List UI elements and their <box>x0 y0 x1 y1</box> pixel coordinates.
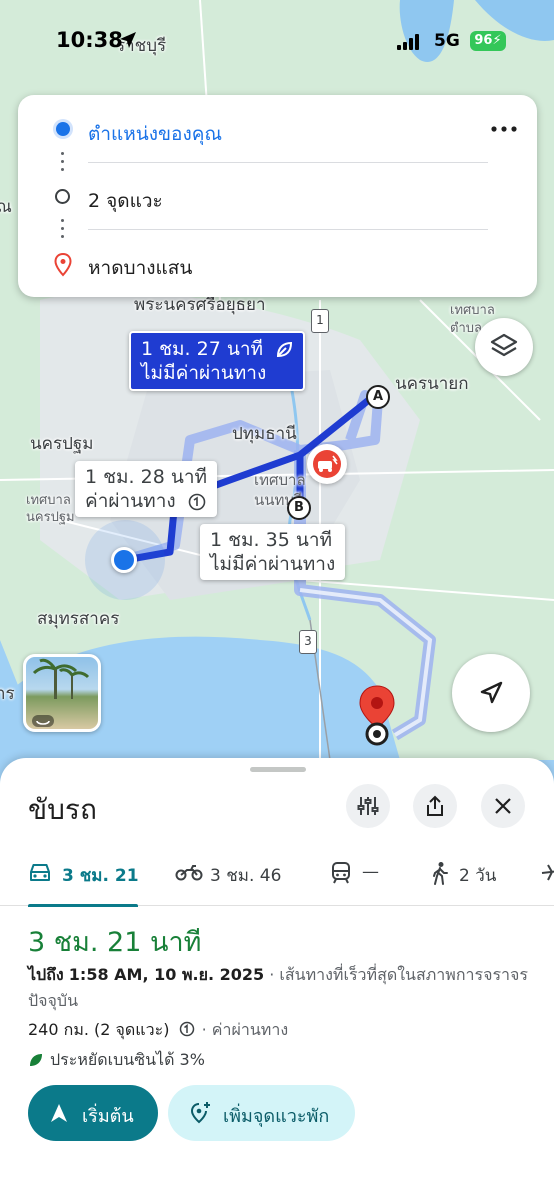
callout-toll: ไม่มีค่าผ่านทาง <box>210 553 336 575</box>
arrival-info: ไปถึง 1:58 AM, 10 พ.ย. 2025 · เส้นทางที่… <box>28 962 528 1014</box>
train-icon <box>332 862 350 884</box>
route-callout-alt-2[interactable]: 1 ชม. 35 นาที ไม่มีค่าผ่านทาง <box>200 524 346 580</box>
map-label: ณ <box>0 197 12 217</box>
traffic-incident-icon[interactable] <box>307 444 347 484</box>
layers-icon <box>490 333 518 357</box>
divider <box>88 162 488 163</box>
arrival-time: 1:58 AM, 10 พ.ย. 2025 <box>68 965 265 984</box>
share-icon <box>427 795 443 816</box>
sliders-icon <box>357 797 379 815</box>
add-stop-button[interactable]: เพิ่มจุดแวะพัก <box>168 1085 355 1141</box>
more-horizontal-icon <box>491 126 517 132</box>
callout-toll: ไม่มีค่าผ่านทาง <box>141 362 267 384</box>
start-navigation-button[interactable]: เริ่มต้น <box>28 1085 158 1141</box>
map-label: นครปฐม <box>30 434 94 454</box>
stops-text: 2 จุดแวะ <box>88 190 163 212</box>
distance-info: 240 กม. (2 จุดแวะ) · ค่าผ่านทาง <box>28 1018 288 1043</box>
road-shield: 1 <box>311 309 329 333</box>
tab-motorcycle-label: 3 ชม. 46 <box>210 866 282 886</box>
street-view-thumbnail[interactable] <box>23 654 101 732</box>
tab-transit[interactable]: — <box>330 854 390 906</box>
callout-time: 1 ชม. 27 นาที <box>141 338 264 360</box>
sheet-title: ขับรถ <box>28 793 97 826</box>
status-time: 10:38 <box>56 28 123 52</box>
tab-flight[interactable] <box>540 854 554 906</box>
walk-icon <box>433 862 448 885</box>
share-button[interactable] <box>413 784 457 828</box>
more-options-button[interactable] <box>489 117 519 141</box>
route-duration: 3 ชม. 21 นาที <box>28 927 202 958</box>
close-icon <box>495 798 511 814</box>
network-type: 5G <box>434 31 460 51</box>
map-label: เทศบาลนครปฐม <box>26 493 75 525</box>
route-callout-alt-1[interactable]: 1 ชม. 28 นาที ค่าผ่านทาง <box>75 461 218 517</box>
origin-text: ตำแหน่งของคุณ <box>88 123 223 145</box>
toll-icon <box>179 1021 194 1037</box>
add-stop-label: เพิ่มจุดแวะพัก <box>223 1106 330 1127</box>
map-label: าร <box>0 684 15 704</box>
toll-icon <box>188 493 205 510</box>
tab-walk[interactable]: 2 วัน <box>430 854 510 906</box>
callout-toll: ค่าผ่านทาง <box>85 490 176 512</box>
cellular-signal-icon <box>397 34 419 50</box>
navigation-arrow-icon <box>51 1104 67 1122</box>
callout-time: 1 ชม. 28 นาที <box>85 466 208 488</box>
road-shield: 3 <box>299 630 317 654</box>
layers-button[interactable] <box>475 318 533 376</box>
eco-leaf-icon <box>277 341 293 357</box>
fuel-savings-text: ประหยัดเบนซินได้ 3% <box>50 1050 205 1069</box>
recenter-button[interactable] <box>452 654 530 732</box>
tab-drive[interactable]: 3 ชม. 21 <box>28 854 139 907</box>
arrival-prefix: ไปถึง <box>28 965 64 984</box>
route-options-button[interactable] <box>346 784 390 828</box>
tab-transit-label: — <box>362 862 379 882</box>
travel-mode-tabs: 3 ชม. 21 3 ชม. 46 — 2 วัน <box>0 854 554 907</box>
destination-field[interactable]: หาดบางแสน <box>18 239 537 289</box>
route-callout-primary[interactable]: 1 ชม. 27 นาที ไม่มีค่าผ่านทาง <box>129 331 306 391</box>
waypoint-a-marker[interactable]: A <box>366 385 390 409</box>
fuel-savings: ประหยัดเบนซินได้ 3% <box>28 1048 205 1073</box>
map-label: สมุทรสาคร <box>37 609 120 629</box>
battery-level: 96⚡ <box>470 31 506 51</box>
map-label: นครนายก <box>395 374 469 394</box>
status-bar: 10:38 5G 96⚡ <box>0 0 554 84</box>
navigation-arrow-icon <box>480 681 503 704</box>
airplane-icon <box>541 864 554 881</box>
add-location-icon <box>190 1102 210 1124</box>
tab-drive-label: 3 ชม. 21 <box>62 866 139 886</box>
start-label: เริ่มต้น <box>82 1106 134 1127</box>
eco-leaf-icon <box>30 1054 42 1066</box>
current-location-dot <box>111 547 137 573</box>
close-button[interactable] <box>481 784 525 828</box>
destination-pin-icon[interactable] <box>357 684 397 752</box>
toll-note: · ค่าผ่านทาง <box>201 1020 289 1039</box>
waypoint-b-marker[interactable]: B <box>287 496 311 520</box>
map-label: ปทุมธานี <box>232 424 297 444</box>
stops-field[interactable]: 2 จุดแวะ <box>18 172 537 222</box>
divider <box>88 229 488 230</box>
battery-percent: 96 <box>474 33 493 48</box>
route-distance: 240 กม. (2 จุดแวะ) <box>28 1020 170 1039</box>
motorcycle-icon <box>175 865 203 881</box>
tab-motorcycle[interactable]: 3 ชม. 46 <box>175 854 285 906</box>
map-view[interactable]: ราชบุรี ณ พระนครศรีอยุธยา เทศบาล ตำบล นค… <box>0 0 554 800</box>
destination-text: หาดบางแสน <box>88 257 193 279</box>
car-icon <box>30 864 50 881</box>
origin-field[interactable]: ตำแหน่งของคุณ <box>18 105 537 155</box>
sheet-drag-handle[interactable] <box>250 767 306 772</box>
directions-sheet: ขับรถ 3 ชม. 21 3 ชม. 46 — 2 วัน 3 ชม. 21… <box>0 758 554 1200</box>
location-arrow-icon <box>120 32 136 48</box>
callout-time: 1 ชม. 35 นาที <box>210 529 333 551</box>
route-inputs-card: ตำแหน่งของคุณ 2 จุดแวะ หาดบางแสน <box>18 95 537 297</box>
tab-walk-label: 2 วัน <box>459 866 497 886</box>
